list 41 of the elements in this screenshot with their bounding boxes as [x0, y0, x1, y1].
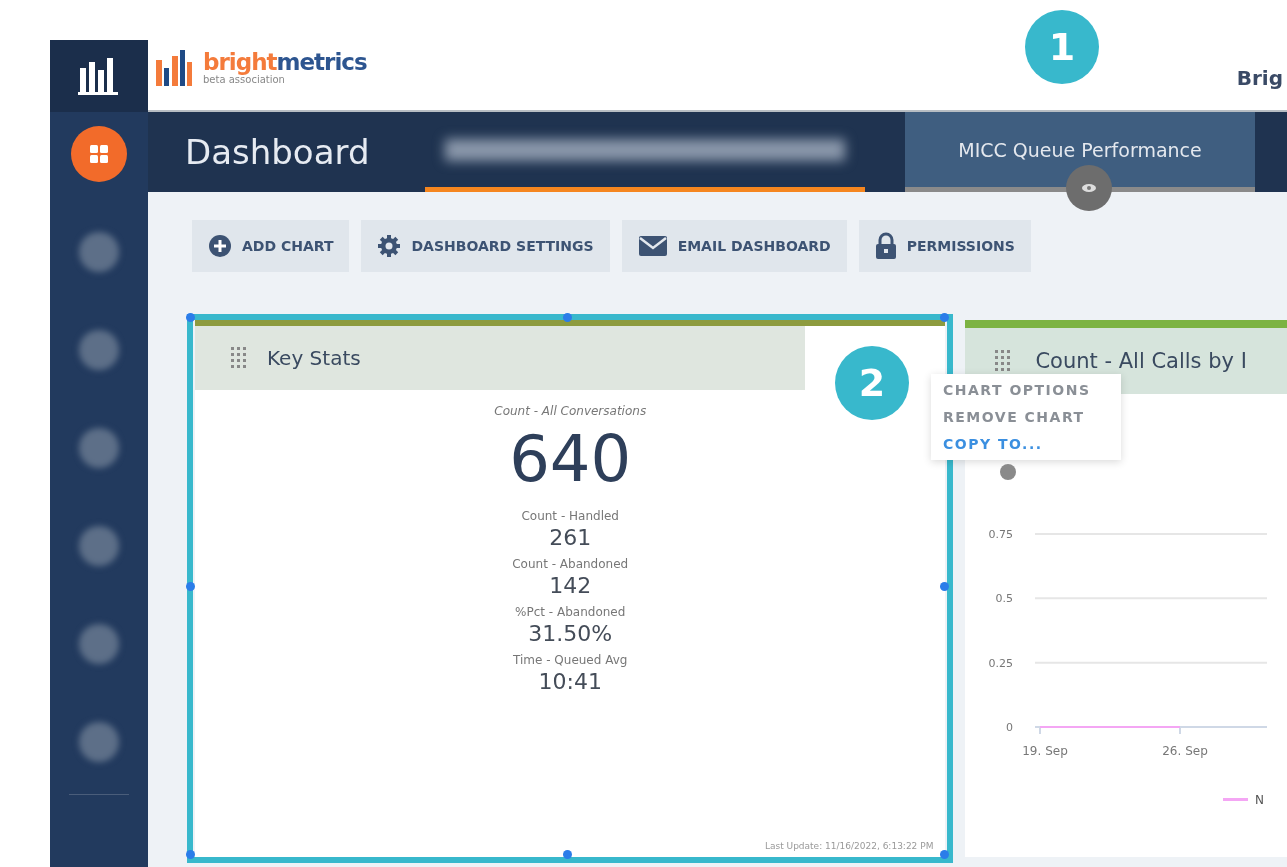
toolbar-button[interactable]: PERMISSIONS	[858, 220, 1031, 272]
drag-handle-icon[interactable]	[995, 350, 1012, 372]
stat-value: 142	[549, 573, 592, 599]
dashboard-tab[interactable]: MICC Queue Performance	[905, 112, 1255, 192]
logo-wordmark: brightmetrics	[203, 50, 367, 74]
x-tick-label: 19. Sep	[1022, 744, 1069, 758]
sidebar-item[interactable]	[71, 126, 127, 182]
settings-icon	[377, 234, 402, 258]
x-tick-label: 26. Sep	[1162, 744, 1209, 758]
y-tick-label: 0.5	[995, 592, 1014, 606]
toolbar-button[interactable]: ADD CHART	[192, 220, 350, 272]
menu-item[interactable]: CHART OPTIONS	[943, 382, 1109, 398]
menu-item[interactable]: COPY TO...	[943, 436, 1109, 452]
y-tick-label: 0.75	[988, 528, 1014, 541]
account-name[interactable]: Brig	[1236, 66, 1283, 90]
y-tick-label: 0	[1006, 721, 1014, 734]
card-title: Count - All Calls by I	[1035, 349, 1247, 373]
stat-value: 261	[549, 525, 592, 551]
y-tick-label: 0.25	[988, 656, 1014, 670]
stat-label: Count - All Conversations	[494, 404, 647, 418]
stat-label: Count - Handled	[521, 509, 619, 524]
lock-icon	[874, 232, 897, 260]
toolbar-button[interactable]: DASHBOARD SETTINGS	[361, 220, 610, 272]
last-update-text: Last Update: 11/16/2022, 6:13:22 PM	[764, 841, 934, 851]
toolbar-button[interactable]: EMAIL DASHBOARD	[621, 220, 847, 272]
stat-label: %Pct - Abandoned	[515, 605, 626, 620]
drag-handle-icon[interactable]	[231, 347, 247, 369]
dashboard-grid-icon	[88, 143, 110, 165]
page-title: Dashboard	[185, 132, 371, 172]
legend-label: N	[1255, 793, 1265, 807]
stat-value: 31.50%	[528, 621, 613, 647]
stat-value: 640	[509, 424, 632, 495]
legend-swatch	[1223, 798, 1249, 801]
menu-item[interactable]: REMOVE CHART	[943, 409, 1109, 425]
stat-label: Count - Abandoned	[512, 557, 629, 572]
card-title: Key Stats	[267, 346, 361, 370]
stat-label: Time - Queued Avg	[513, 653, 628, 668]
stat-value: 10:41	[538, 669, 602, 695]
envelope-icon	[637, 235, 668, 257]
step-badge: 1	[1025, 10, 1099, 84]
plus-icon	[208, 234, 232, 258]
